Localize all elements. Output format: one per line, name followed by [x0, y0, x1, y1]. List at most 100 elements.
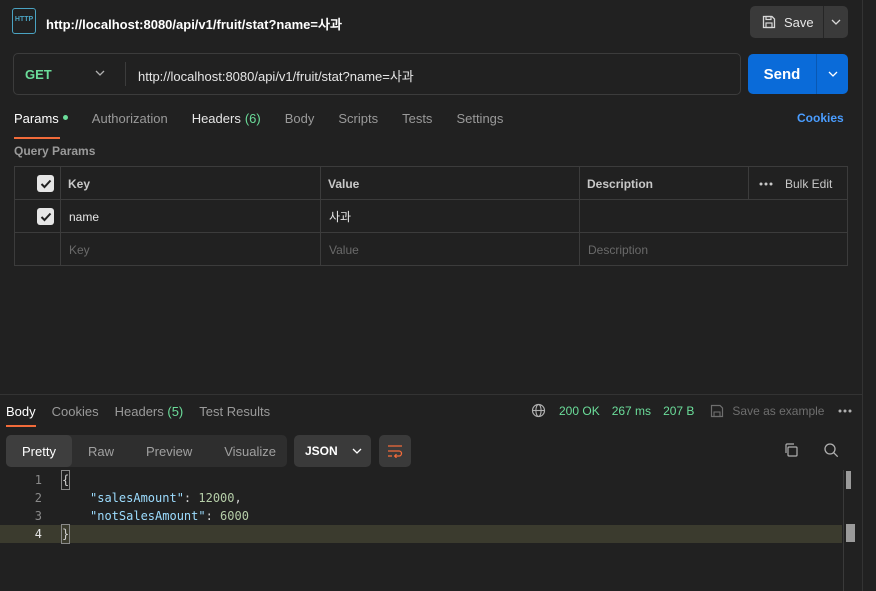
tab-authorization[interactable]: Authorization	[92, 111, 168, 133]
chevron-down-icon	[828, 71, 837, 77]
param-description-input[interactable]	[580, 200, 846, 233]
code-line: 3 "notSalesAmount": 6000	[0, 507, 842, 525]
json-separator: :	[183, 491, 199, 505]
response-meta: 200 OK 267 ms 207 B Save as example	[531, 403, 852, 418]
response-tab-body[interactable]: Body	[6, 404, 36, 427]
checkbox-checked-icon	[37, 208, 54, 225]
save-label: Save	[784, 14, 814, 30]
response-tab-cookies[interactable]: Cookies	[52, 404, 99, 419]
response-size[interactable]: 207 B	[663, 404, 694, 418]
response-time[interactable]: 267 ms	[612, 404, 651, 418]
send-options-button[interactable]	[817, 54, 848, 94]
code-text: "salesAmount": 12000,	[90, 489, 242, 507]
table-row-empty: Key Value Description	[15, 233, 847, 266]
globe-icon[interactable]	[531, 403, 546, 418]
send-button-group: Send	[748, 54, 848, 94]
tab-tests[interactable]: Tests	[402, 111, 432, 133]
response-body-editor[interactable]: 1 { 2 "salesAmount": 12000, 3 "notSalesA…	[0, 470, 862, 591]
tab-params-label: Params	[14, 111, 59, 126]
request-title[interactable]: http://localhost:8080/api/v1/fruit/stat?…	[46, 14, 342, 33]
line-number: 1	[34, 473, 42, 487]
param-key-input[interactable]: name	[61, 200, 319, 233]
column-divider	[579, 167, 580, 265]
url-input[interactable]: http://localhost:8080/api/v1/fruit/stat?…	[138, 66, 414, 85]
scrollbar-thumb[interactable]	[846, 524, 855, 542]
response-headers-label: Headers	[114, 404, 164, 419]
code-line-current: 4 }	[0, 524, 842, 544]
response-tab-headers[interactable]: Headers (5)	[115, 404, 184, 419]
method-label: GET	[25, 66, 52, 82]
url-divider	[125, 62, 126, 86]
line-number: 3	[34, 509, 42, 523]
json-key: "notSalesAmount"	[90, 509, 206, 523]
code-text: "notSalesAmount": 6000	[90, 507, 249, 525]
headers-count: (6)	[244, 111, 261, 126]
format-label: JSON	[305, 444, 338, 458]
json-value: 12000	[198, 491, 235, 505]
view-mode-group: Pretty Raw Preview Visualize	[6, 435, 287, 467]
column-header-key: Key	[68, 176, 91, 191]
send-button[interactable]: Send	[748, 54, 816, 94]
http-request-icon: HTTP	[12, 8, 36, 34]
more-horizontal-icon[interactable]	[838, 409, 852, 413]
url-bar: GET http://localhost:8080/api/v1/fruit/s…	[13, 53, 741, 95]
format-select[interactable]: JSON	[294, 435, 371, 467]
wrap-lines-button[interactable]	[379, 435, 411, 467]
scrollbar-thumb[interactable]	[846, 471, 851, 489]
save-icon	[711, 404, 724, 417]
json-key: "salesAmount"	[90, 491, 184, 505]
response-headers-count: (5)	[167, 404, 184, 419]
view-raw[interactable]: Raw	[72, 435, 130, 467]
column-divider	[748, 167, 749, 200]
tab-body[interactable]: Body	[285, 111, 315, 133]
column-header-value: Value	[328, 176, 360, 191]
tab-scripts[interactable]: Scripts	[338, 111, 378, 133]
view-visualize[interactable]: Visualize	[208, 435, 292, 467]
column-header-description: Description	[587, 176, 654, 191]
column-divider	[60, 167, 61, 265]
response-tab-test-results[interactable]: Test Results	[199, 404, 270, 419]
code-text: }	[60, 524, 71, 544]
response-tabs: Body Cookies Headers (5) Test Results	[6, 404, 286, 427]
row-checkbox[interactable]	[29, 200, 54, 233]
json-separator: :	[205, 509, 221, 523]
tab-settings[interactable]: Settings	[456, 111, 503, 133]
checkbox-checked-icon	[37, 175, 54, 192]
code-text: {	[60, 470, 71, 490]
view-pretty[interactable]: Pretty	[6, 435, 72, 467]
save-as-example-button[interactable]: Save as example	[732, 404, 824, 418]
response-divider[interactable]	[0, 394, 862, 395]
params-active-dot	[62, 115, 68, 121]
json-comma: ,	[234, 491, 242, 505]
line-number: 4	[34, 527, 42, 541]
param-value-input[interactable]: 사과	[321, 200, 579, 233]
search-icon[interactable]	[823, 442, 839, 458]
tab-params[interactable]: Params	[14, 111, 68, 139]
more-horizontal-icon	[759, 182, 773, 185]
floppy-disk-icon	[762, 15, 776, 29]
new-description-input[interactable]: Description	[580, 233, 846, 266]
panel-edge	[862, 0, 863, 591]
tab-headers[interactable]: Headers (6)	[192, 111, 261, 133]
table-row: name 사과	[15, 200, 847, 233]
request-tabs: Params Authorization Headers (6) Body Scr…	[14, 111, 527, 139]
bulk-edit-label: Bulk Edit	[785, 176, 833, 191]
tab-headers-label: Headers	[191, 111, 241, 126]
cookies-link[interactable]: Cookies	[797, 111, 844, 125]
new-key-input[interactable]: Key	[61, 233, 319, 266]
view-preview[interactable]: Preview	[130, 435, 208, 467]
editor-scroll-track	[843, 470, 844, 591]
bulk-edit-button[interactable]: Bulk Edit	[751, 167, 832, 200]
query-params-label: Query Params	[14, 144, 96, 158]
status-code[interactable]: 200 OK	[559, 404, 600, 418]
method-select[interactable]: GET	[14, 54, 125, 94]
save-button[interactable]: Save	[750, 6, 823, 38]
save-options-button[interactable]	[824, 6, 848, 38]
table-header-row: Key Value Description Bulk Edit	[15, 167, 847, 200]
column-divider	[320, 167, 321, 265]
copy-icon[interactable]	[783, 442, 799, 458]
code-line: 2 "salesAmount": 12000,	[0, 489, 842, 507]
line-number: 2	[34, 491, 42, 505]
select-all-checkbox[interactable]	[29, 167, 54, 200]
new-value-input[interactable]: Value	[321, 233, 579, 266]
